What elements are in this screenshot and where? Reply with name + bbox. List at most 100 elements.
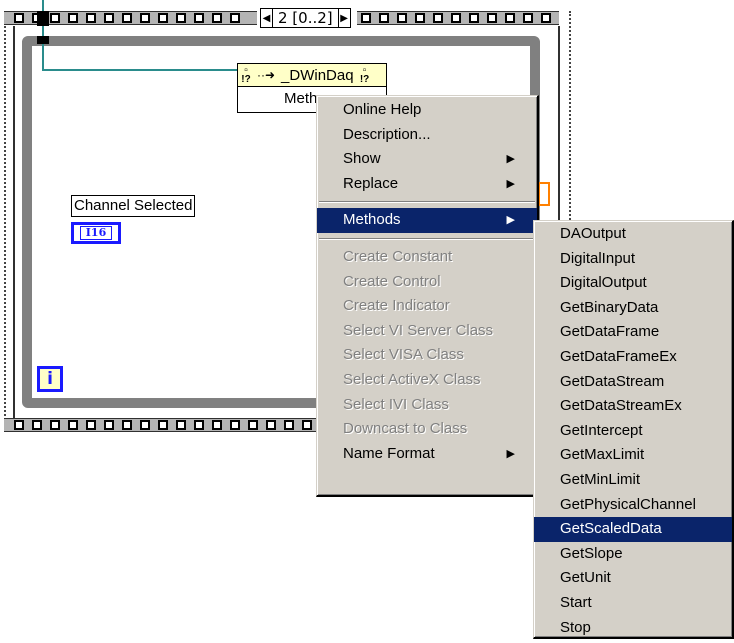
method-item-getscaleddata[interactable]: GetScaledData [534,517,732,542]
menu-item-select-ivi-class[interactable]: Select IVI Class [317,393,537,418]
method-item-label: GetDataFrameEx [560,347,677,365]
menu-item-select-vi-server-class[interactable]: Select VI Server Class [317,319,537,344]
method-item-stop[interactable]: Stop [534,616,732,641]
film-hole [433,13,443,23]
film-hole [176,13,186,23]
menu-item-online-help[interactable]: Online Help [317,98,537,123]
film-hole [104,13,114,23]
menu-item-create-control[interactable]: Create Control [317,270,537,295]
sequence-tunnel[interactable] [37,11,49,26]
method-item-getunit[interactable]: GetUnit [534,566,732,591]
menu-item-label: Select ActiveX Class [343,370,481,388]
film-hole [284,420,294,430]
menu-separator [317,233,537,245]
method-item-label: GetIntercept [560,421,643,439]
film-hole [122,420,132,430]
film-hole [50,420,60,430]
i16-type-label: I16 [79,226,113,240]
method-item-getphysicalchannel[interactable]: GetPhysicalChannel [534,493,732,518]
menu-item-name-format[interactable]: Name Format ▶ [317,442,537,467]
film-hole [415,13,425,23]
iteration-terminal[interactable]: i [37,366,63,392]
film-hole [469,13,479,23]
menu-item-show[interactable]: Show ▶ [317,147,537,172]
menu-item-replace[interactable]: Replace ▶ [317,172,537,197]
film-hole [68,13,78,23]
reference-in-icon: ▫!? [241,65,251,85]
method-item-getdatastream[interactable]: GetDataStream [534,370,732,395]
menu-item-label: Online Help [343,101,422,118]
method-item-getbinarydata[interactable]: GetBinaryData [534,296,732,321]
method-item-label: GetSlope [560,544,623,562]
menu-item-downcast-to-class[interactable]: Downcast to Class [317,417,537,442]
method-item-digitaloutput[interactable]: DigitalOutput [534,271,732,296]
film-hole [266,420,276,430]
method-item-label: DigitalInput [560,249,636,267]
menu-item-select-visa-class[interactable]: Select VISA Class [317,343,537,368]
menu-item-create-indicator[interactable]: Create Indicator [317,294,537,319]
method-item-getmaxlimit[interactable]: GetMaxLimit [534,443,732,468]
method-item-getdatastreamex[interactable]: GetDataStreamEx [534,394,732,419]
method-item-label: DigitalOutput [560,274,647,292]
submenu-arrow-icon: ▶ [506,447,515,460]
menu-item-label: Downcast to Class [343,420,468,438]
menu-item-label: Create Constant [343,247,453,265]
film-hole [86,420,96,430]
method-item-label: Stop [560,618,591,636]
sequence-selector[interactable]: ◀ 2 [0..2] ▶ [260,8,351,28]
film-hole [379,13,389,23]
film-hole [194,420,204,430]
i16-control-terminal[interactable]: I16 [71,222,121,244]
film-hole [523,13,533,23]
reference-wire-horizontal[interactable] [42,69,238,71]
control-label[interactable]: Channel Selected [71,195,196,217]
frame-selector-label[interactable]: 2 [0..2] [273,9,338,27]
class-name: _DWinDaq [281,66,354,84]
sequence-frame-left-edge [4,11,9,432]
iteration-label: i [47,369,53,389]
context-menu: Online Help Description... Show ▶ Replace ▶ Me… [316,95,539,497]
film-hole [212,13,222,23]
method-item-getminlimit[interactable]: GetMinLimit [534,468,732,493]
method-item-label: DAOutput [560,225,626,242]
orange-terminal[interactable] [538,182,550,206]
method-item-daoutput[interactable]: DAOutput [534,222,732,247]
method-item-getdataframeex[interactable]: GetDataFrameEx [534,345,732,370]
film-hole [302,420,312,430]
film-hole [194,13,204,23]
arrow-icon: ··➜ [257,68,276,82]
method-item-getdataframe[interactable]: GetDataFrame [534,320,732,345]
loop-tunnel[interactable] [37,36,49,44]
method-item-label: GetMaxLimit [560,446,645,464]
menu-item-description[interactable]: Description... [317,123,537,148]
method-item-label: GetBinaryData [560,298,659,316]
film-hole [158,420,168,430]
menu-item-select-activex-class[interactable]: Select ActiveX Class [317,368,537,393]
submenu-arrow-icon: ▶ [506,153,515,166]
property-node-header[interactable]: ▫!? ··➜ _DWinDaq ▫!? [237,63,387,87]
film-hole [14,420,24,430]
submenu-arrow-icon: ▶ [506,214,515,227]
menu-item-label: Description... [343,125,431,143]
method-item-getslope[interactable]: GetSlope [534,542,732,567]
sequence-frame-top-strip-right[interactable] [357,11,559,25]
film-hole [14,13,24,23]
method-item-label: GetDataFrame [560,323,660,341]
method-item-start[interactable]: Start [534,591,732,616]
previous-frame-button[interactable]: ◀ [261,9,273,27]
method-item-label: GetDataStream [560,372,665,390]
film-hole [505,13,515,23]
method-item-label: GetScaledData [560,520,662,538]
method-item-label: GetPhysicalChannel [560,495,696,513]
method-item-digitalinput[interactable]: DigitalInput [534,247,732,272]
next-frame-button[interactable]: ▶ [337,9,350,27]
menu-item-label: Select VISA Class [343,346,464,364]
film-hole [68,420,78,430]
film-hole [158,13,168,23]
method-item-getintercept[interactable]: GetIntercept [534,419,732,444]
right-triangle-icon: ▶ [340,12,348,24]
menu-item-label: Select IVI Class [343,395,449,413]
menu-item-methods[interactable]: Methods ▶ [317,208,537,233]
menu-item-create-constant[interactable]: Create Constant [317,245,537,270]
method-item-label: GetUnit [560,569,611,587]
